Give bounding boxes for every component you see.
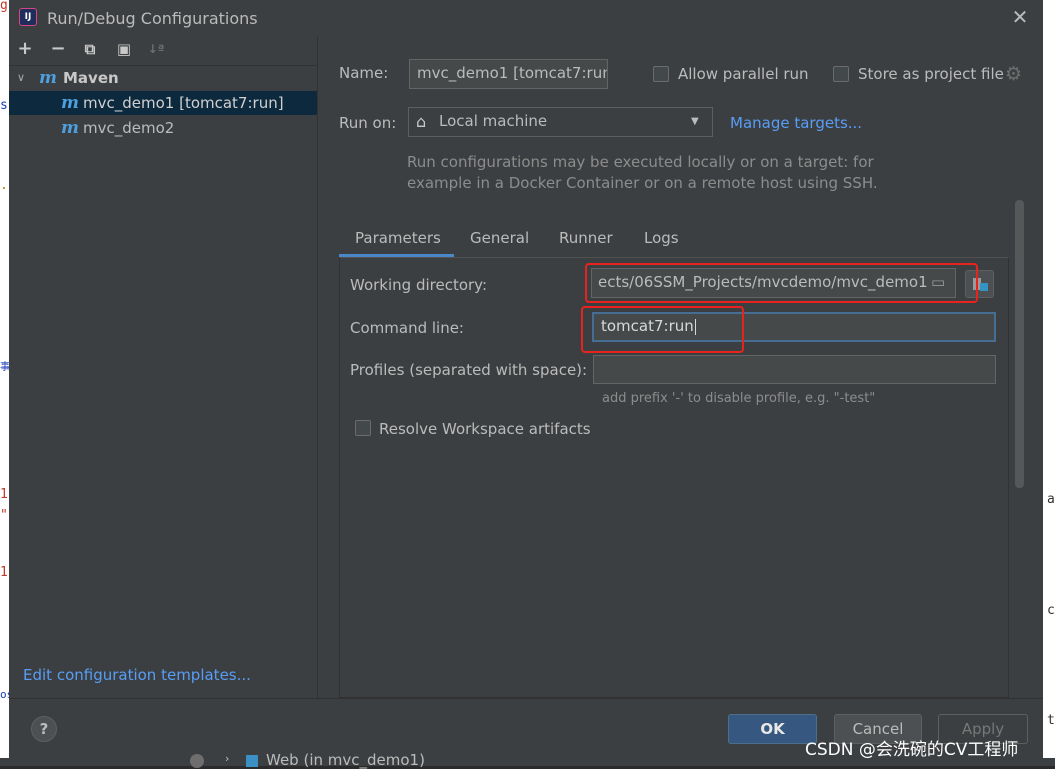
add-icon[interactable]: + bbox=[14, 38, 36, 60]
intellij-app-icon: IJ bbox=[19, 8, 37, 26]
command-line-label: Command line: bbox=[350, 319, 464, 337]
chevron-down-icon[interactable]: ▼ bbox=[691, 116, 699, 127]
tree-item-label: Maven bbox=[63, 69, 119, 87]
resolve-workspace-checkbox[interactable] bbox=[355, 420, 371, 436]
gear-icon[interactable]: ⚙ bbox=[1005, 63, 1022, 85]
store-as-project-file-checkbox[interactable] bbox=[833, 66, 849, 82]
ok-button[interactable]: OK bbox=[728, 714, 817, 744]
close-icon[interactable]: ✕ bbox=[1009, 6, 1031, 28]
background-editor-strip-right: a c t bbox=[1043, 0, 1055, 766]
run-debug-dialog: IJ Run/Debug Configurations ✕ + − ⧉ ▣ ↓ª… bbox=[9, 0, 1043, 758]
manage-targets-link[interactable]: Manage targets... bbox=[730, 114, 862, 132]
run-on-dropdown[interactable]: Local machine bbox=[408, 107, 713, 137]
chevron-down-icon[interactable]: ∨ bbox=[17, 66, 25, 90]
resolve-workspace-label[interactable]: Resolve Workspace artifacts bbox=[379, 420, 591, 438]
tab-runner[interactable]: Runner bbox=[559, 229, 613, 247]
run-on-hint-line2: example in a Docker Container or on a re… bbox=[407, 174, 878, 192]
sort-icon[interactable]: ↓ª bbox=[145, 38, 167, 60]
home-icon: ⌂ bbox=[416, 112, 427, 131]
tree-item-maven[interactable]: ∨ m Maven bbox=[9, 66, 317, 90]
run-on-label: Run on: bbox=[339, 114, 397, 132]
maven-icon: m bbox=[61, 118, 79, 138]
name-label: Name: bbox=[339, 64, 389, 82]
tree-item-mvc-demo2[interactable]: m mvc_demo2 bbox=[9, 116, 317, 140]
allow-parallel-run-label[interactable]: Allow parallel run bbox=[678, 65, 809, 83]
copy-icon[interactable]: ⧉ bbox=[79, 38, 101, 60]
store-as-project-file-label[interactable]: Store as project file bbox=[858, 65, 1004, 83]
configurations-tree-panel: + − ⧉ ▣ ↓ª ∨ m Maven m mvc_demo1 [tomcat… bbox=[9, 36, 318, 698]
run-on-value: Local machine bbox=[439, 112, 548, 130]
window-title: Run/Debug Configurations bbox=[47, 9, 258, 28]
profiles-field[interactable] bbox=[593, 355, 996, 384]
web-module-icon bbox=[246, 755, 258, 767]
tree-item-label: mvc_demo2 bbox=[83, 119, 175, 137]
tree-item-mvc-demo1[interactable]: m mvc_demo1 [tomcat7:run] bbox=[9, 91, 317, 115]
background-editor-strip: g s . 事 1 " 1 os bbox=[0, 0, 13, 766]
vertical-scrollbar[interactable] bbox=[1015, 200, 1024, 488]
run-on-hint-line1: Run configurations may be executed local… bbox=[407, 153, 874, 171]
tree-item-label: mvc_demo1 [tomcat7:run] bbox=[83, 94, 284, 112]
maven-icon: m bbox=[61, 93, 79, 113]
tab-logs[interactable]: Logs bbox=[644, 229, 679, 247]
help-button[interactable]: ? bbox=[31, 716, 57, 742]
tab-general[interactable]: General bbox=[470, 229, 529, 247]
maven-icon: m bbox=[39, 68, 57, 88]
title-bar: IJ Run/Debug Configurations ✕ bbox=[9, 0, 1043, 36]
highlight-working-directory bbox=[585, 263, 978, 303]
highlight-command-line bbox=[581, 306, 744, 353]
profiles-hint: add prefix '-' to disable profile, e.g. … bbox=[602, 391, 876, 406]
macro-icon-accent bbox=[980, 283, 988, 291]
profiles-label: Profiles (separated with space): bbox=[350, 361, 588, 379]
remove-icon[interactable]: − bbox=[47, 38, 69, 60]
name-field[interactable]: mvc_demo1 [tomcat7:run] bbox=[409, 59, 608, 89]
edit-configuration-templates-link[interactable]: Edit configuration templates... bbox=[23, 666, 251, 684]
tab-parameters[interactable]: Parameters bbox=[355, 229, 441, 247]
background-tree-item: Web (in mvc_demo1) bbox=[266, 751, 425, 769]
folder-add-icon[interactable]: ▣ bbox=[113, 38, 135, 60]
allow-parallel-run-checkbox[interactable] bbox=[653, 66, 669, 82]
csdn-watermark: CSDN @会洗碗的CV工程师 bbox=[805, 740, 1019, 760]
chevron-right-icon: › bbox=[225, 752, 230, 765]
working-directory-label: Working directory: bbox=[350, 276, 488, 294]
